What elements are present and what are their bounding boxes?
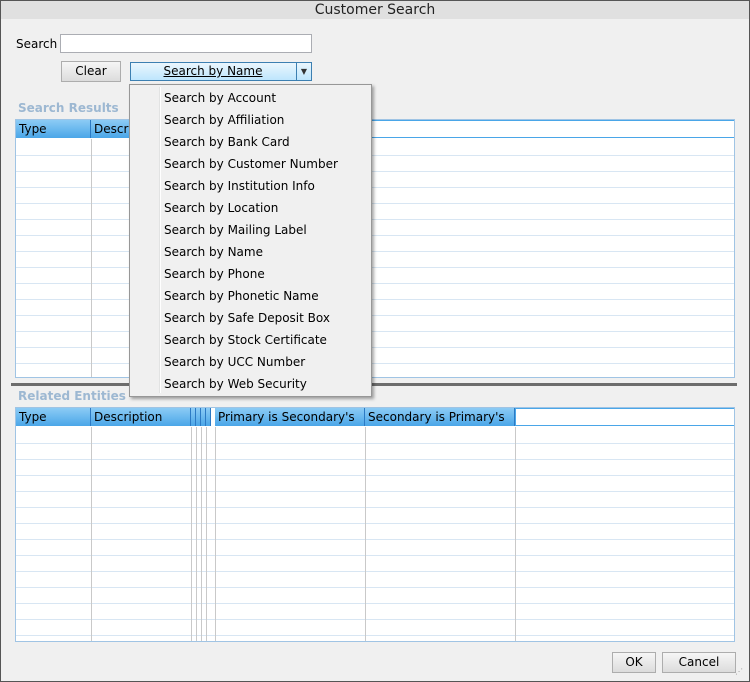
menu-item-search-option[interactable]: Search by UCC Number [164, 351, 305, 373]
window-title: Customer Search [1, 1, 749, 19]
table-row[interactable] [16, 347, 734, 348]
menu-item-search-option[interactable]: Search by Web Security [164, 373, 307, 395]
column-header-type[interactable]: Type [16, 120, 91, 138]
column-divider [201, 427, 202, 641]
menu-item-search-option[interactable]: Search by Account [164, 87, 276, 109]
column-header-description[interactable]: Descrip [91, 120, 131, 138]
column-divider [206, 427, 207, 641]
column-divider [191, 427, 192, 641]
resize-grip-icon[interactable]: ⋰ [735, 667, 745, 677]
search-results-grid[interactable]: Type Descrip [15, 119, 735, 378]
menu-item-search-option[interactable]: Search by Location [164, 197, 278, 219]
menu-item-search-option[interactable]: Search by Affiliation [164, 109, 284, 131]
menu-gutter [159, 87, 161, 393]
search-label: Search [16, 37, 58, 51]
table-row[interactable] [16, 475, 734, 476]
table-row[interactable] [16, 539, 734, 540]
chevron-down-icon[interactable]: ▼ [296, 63, 311, 80]
column-divider [365, 427, 366, 641]
column-header-primary-is-secondarys[interactable]: Primary is Secondary's [215, 408, 365, 426]
clear-button[interactable]: Clear [61, 61, 121, 82]
related-entities-header: Type Description Primary is Secondary's … [16, 408, 734, 427]
menu-item-search-option[interactable]: Search by Safe Deposit Box [164, 307, 330, 329]
menu-item-search-option[interactable]: Search by Phone [164, 263, 265, 285]
table-row[interactable] [16, 171, 734, 172]
column-divider [196, 427, 197, 641]
table-row[interactable] [16, 283, 734, 284]
table-row[interactable] [16, 555, 734, 556]
search-mode-dropdown[interactable]: Search by Name ▼ [130, 62, 312, 81]
column-divider [515, 427, 516, 641]
table-row[interactable] [16, 251, 734, 252]
table-row[interactable] [16, 219, 734, 220]
table-row[interactable] [16, 619, 734, 620]
column-divider [91, 427, 92, 641]
table-row[interactable] [16, 315, 734, 316]
menu-item-search-option[interactable]: Search by Institution Info [164, 175, 315, 197]
menu-item-search-option[interactable]: Search by Customer Number [164, 153, 338, 175]
search-mode-selected: Search by Name [163, 64, 263, 78]
table-row[interactable] [16, 155, 734, 156]
table-row[interactable] [16, 491, 734, 492]
table-row[interactable] [16, 523, 734, 524]
table-row[interactable] [16, 299, 734, 300]
search-results-title: Search Results [18, 101, 119, 115]
splitter[interactable] [11, 383, 737, 386]
column-divider [91, 139, 92, 377]
column-header-type[interactable]: Type [16, 408, 91, 426]
customer-search-window: Customer Search Search Clear Search by N… [0, 0, 750, 682]
table-row[interactable] [16, 363, 734, 364]
table-row[interactable] [16, 635, 734, 636]
ok-button[interactable]: OK [612, 652, 656, 673]
table-row[interactable] [16, 331, 734, 332]
table-row[interactable] [16, 443, 734, 444]
cancel-button[interactable]: Cancel [662, 652, 736, 673]
column-header-narrow-4[interactable] [206, 408, 211, 426]
menu-item-search-option[interactable]: Search by Mailing Label [164, 219, 307, 241]
table-row[interactable] [16, 203, 734, 204]
column-header-description[interactable]: Description [91, 408, 191, 426]
menu-item-search-option[interactable]: Search by Name [164, 241, 263, 263]
column-divider [215, 427, 216, 641]
column-header-secondary-is-primarys[interactable]: Secondary is Primary's [365, 408, 515, 426]
table-row[interactable] [16, 571, 734, 572]
search-mode-menu: Search by Account Search by Affiliation Se… [129, 84, 372, 397]
related-entities-title: Related Entities [18, 389, 126, 403]
menu-item-search-option[interactable]: Search by Stock Certificate [164, 329, 327, 351]
menu-item-search-option[interactable]: Search by Bank Card [164, 131, 290, 153]
search-results-header: Type Descrip [16, 120, 734, 139]
table-row[interactable] [16, 603, 734, 604]
column-header-blank [515, 408, 734, 426]
search-input[interactable] [60, 34, 312, 53]
table-row[interactable] [16, 587, 734, 588]
table-row[interactable] [16, 235, 734, 236]
table-row[interactable] [16, 267, 734, 268]
menu-item-search-option[interactable]: Search by Phonetic Name [164, 285, 319, 307]
column-header-blank [371, 120, 734, 138]
table-row[interactable] [16, 187, 734, 188]
related-entities-grid[interactable]: Type Description Primary is Secondary's … [15, 407, 735, 642]
table-row[interactable] [16, 459, 734, 460]
table-row[interactable] [16, 507, 734, 508]
